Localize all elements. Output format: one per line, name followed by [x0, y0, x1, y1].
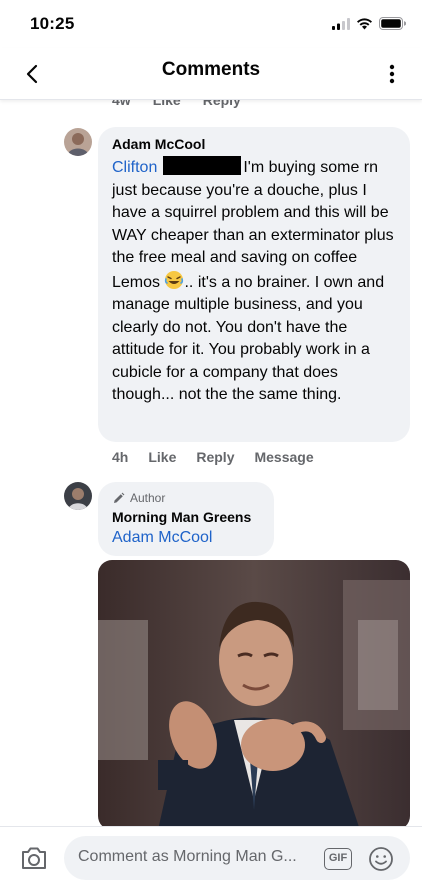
cellular-signal-icon: [332, 17, 350, 30]
comment-text-part-1: I'm buying some rn just because you're a…: [112, 159, 394, 291]
author-reply-bubble: Author Morning Man Greens Adam McCool: [98, 482, 274, 556]
avatar-morning-man-greens[interactable]: [64, 482, 92, 510]
gif-button[interactable]: GIF: [324, 848, 352, 870]
status-icons: [332, 17, 406, 30]
gif-image[interactable]: [98, 560, 410, 826]
comment-text-part-2: .. it's a no brainer. I own and manage m…: [112, 273, 385, 404]
previous-comment-reply-button[interactable]: Reply: [203, 100, 241, 108]
reply-button[interactable]: Reply: [196, 449, 234, 465]
comments-feed[interactable]: 4w Like Reply Adam McCool Clifton I'm buy…: [0, 100, 422, 826]
comment-time: 4h: [112, 449, 129, 465]
previous-comment-actions: 4w Like Reply: [112, 100, 241, 108]
status-bar: 10:25: [0, 0, 422, 48]
previous-comment-time: 4w: [112, 100, 131, 108]
pencil-icon: [114, 492, 125, 503]
like-button[interactable]: Like: [148, 449, 176, 465]
battery-icon: [379, 17, 406, 30]
status-time: 10:25: [30, 14, 75, 33]
avatar-adam-mccool[interactable]: [64, 128, 92, 156]
emoji-icon[interactable]: [368, 846, 394, 872]
comment-actions: 4h Like Reply Message: [112, 449, 314, 465]
comment-bubble: Adam McCool Clifton I'm buying some rn ju…: [98, 127, 410, 442]
message-button[interactable]: Message: [254, 449, 313, 465]
comment-text: Clifton I'm buying some rn just because y…: [112, 156, 396, 407]
previous-comment-like-button[interactable]: Like: [153, 100, 181, 108]
page-title: Comments: [161, 59, 261, 80]
author-tag: Author: [112, 491, 260, 505]
commenter-name[interactable]: Adam McCool: [112, 136, 396, 152]
commenter-name[interactable]: Morning Man Greens: [112, 509, 260, 525]
comment-composer: Comment as Morning Man G... GIF: [0, 826, 422, 890]
redaction-bar: [163, 156, 242, 175]
author-tag-label: Author: [130, 491, 166, 505]
mention-link[interactable]: Clifton: [112, 159, 157, 176]
laughing-emoji-icon: [165, 270, 184, 289]
comment-placeholder: Comment as Morning Man G...: [78, 848, 297, 865]
more-options-icon[interactable]: [388, 60, 396, 88]
nav-bar: Comments: [0, 48, 422, 100]
camera-icon[interactable]: [20, 845, 48, 871]
comment-text: Adam McCool: [112, 527, 260, 550]
mention-link[interactable]: Adam McCool: [112, 529, 212, 546]
comment-input[interactable]: Comment as Morning Man G... GIF: [64, 836, 410, 880]
wifi-icon: [357, 18, 372, 30]
